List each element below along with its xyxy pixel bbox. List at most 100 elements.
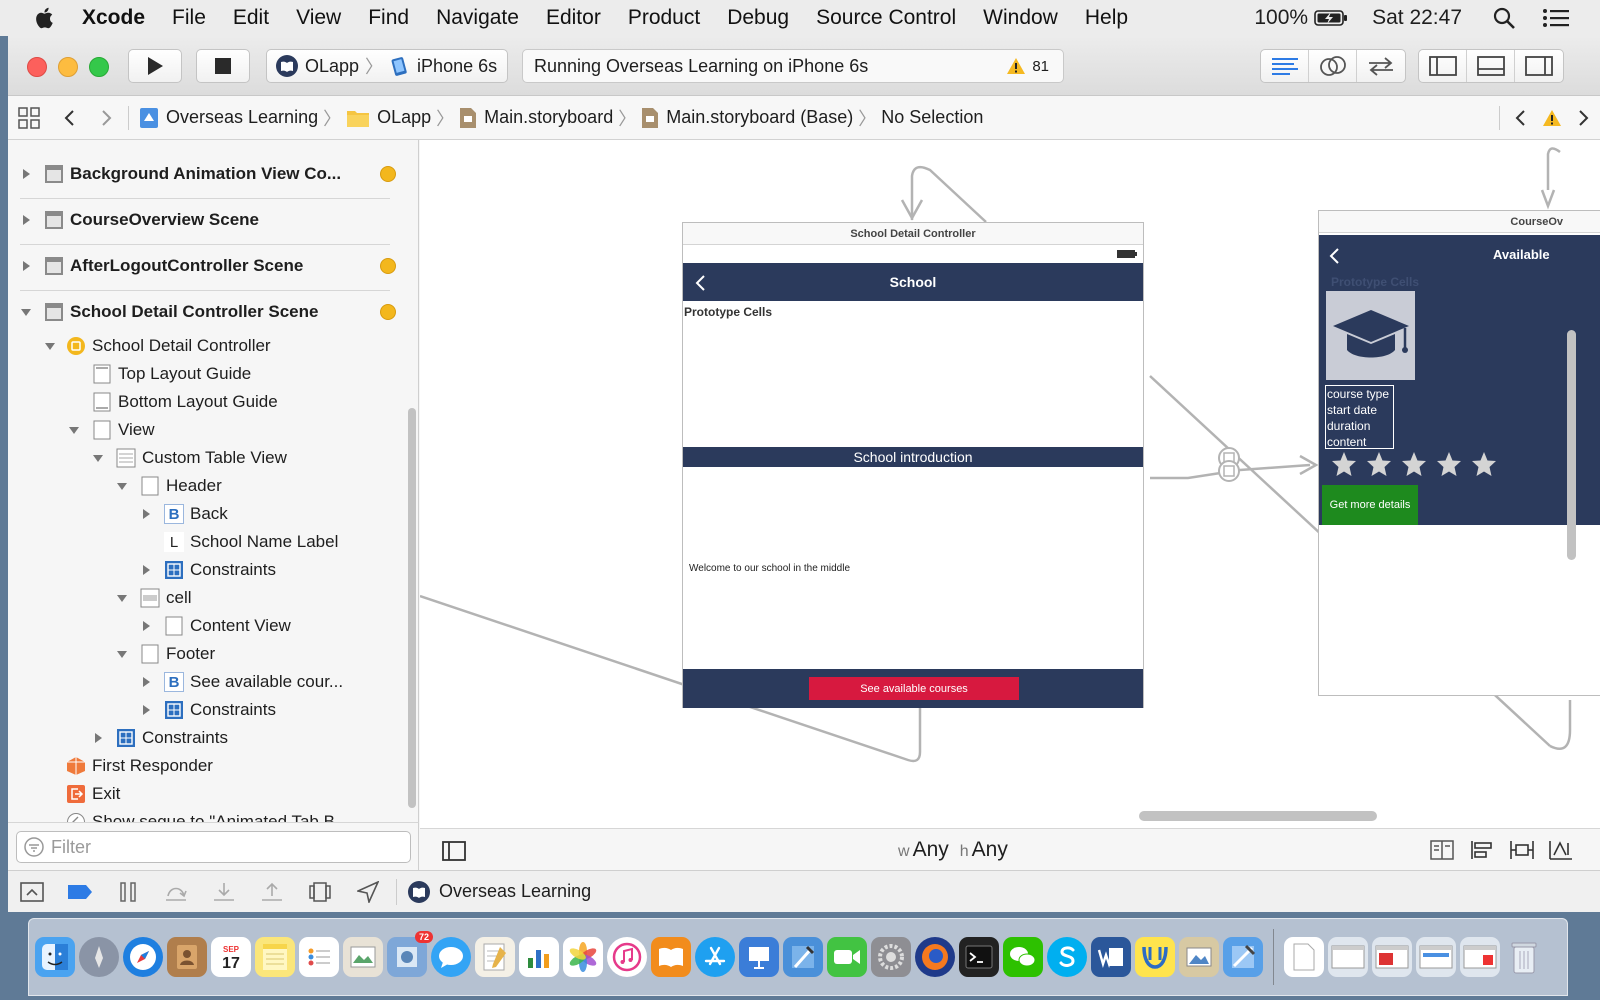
reminders-icon[interactable] [299,937,339,977]
forward-arrow-icon[interactable] [98,108,114,128]
spotlight-search-icon[interactable] [1492,6,1516,30]
outline-item-cell[interactable]: cell [116,584,192,612]
keynote-icon[interactable] [739,937,779,977]
microsoft-word-icon[interactable] [1091,937,1131,977]
breakpoints-toggle-button[interactable] [56,884,104,900]
menu-window[interactable]: Window [983,6,1058,30]
messages-icon[interactable] [431,937,471,977]
menu-navigate[interactable]: Navigate [436,6,519,30]
menu-product[interactable]: Product [628,6,700,30]
nav-back-chevron-icon[interactable] [693,274,707,292]
pin-icon[interactable] [1510,840,1534,860]
zoom-window-button[interactable] [89,57,109,77]
back-arrow-icon[interactable] [62,108,78,128]
menu-help[interactable]: Help [1085,6,1128,30]
star-icon[interactable] [1401,451,1427,477]
star-icon[interactable] [1471,451,1497,477]
star-icon[interactable] [1366,451,1392,477]
firefox-icon[interactable] [915,937,955,977]
rating-stars[interactable] [1331,451,1497,477]
crumb-group[interactable]: OLapp [346,107,431,128]
scene-warning-badge[interactable] [380,304,396,320]
related-items-icon[interactable] [18,106,40,129]
notification-center-icon[interactable] [1542,7,1570,29]
outline-item-back-button[interactable]: B Back [140,500,228,528]
outline-scene-course-overview[interactable]: CourseOverview Scene [20,206,259,234]
version-editor-button[interactable] [1357,50,1405,82]
recent-window-thumbnail[interactable] [1372,937,1412,977]
outline-filter-field[interactable]: Filter [16,831,411,863]
assistant-editor-button[interactable] [1309,50,1357,82]
standard-editor-button[interactable] [1261,50,1309,82]
previous-issue-icon[interactable] [1514,108,1528,128]
step-into-button[interactable] [200,882,248,902]
outline-item-view[interactable]: View [68,416,155,444]
menu-source-control[interactable]: Source Control [816,6,956,30]
outline-item-first-responder[interactable]: First Responder [66,752,213,780]
close-window-button[interactable] [27,57,47,77]
numbers-icon[interactable] [519,937,559,977]
itunes-icon[interactable] [607,937,647,977]
toggle-outline-icon[interactable] [442,841,466,861]
scene-warning-badge[interactable] [380,166,396,182]
disclosure-right-icon[interactable] [140,704,152,716]
menu-find[interactable]: Find [368,6,409,30]
scheme-selector[interactable]: OLapp 〉 iPhone 6s [266,49,508,83]
debug-target[interactable]: Overseas Learning [407,880,591,904]
star-icon[interactable] [1331,451,1357,477]
system-preferences-icon[interactable] [871,937,911,977]
sublime-yellow-app-icon[interactable] [1135,937,1175,977]
next-issue-icon[interactable] [1576,108,1590,128]
outline-item-footer[interactable]: Footer [116,640,215,668]
run-button[interactable] [128,49,182,83]
star-icon[interactable] [1436,451,1462,477]
crumb-project[interactable]: Overseas Learning [139,107,318,129]
facetime-icon[interactable] [827,937,867,977]
get-more-details-button[interactable]: Get more details [1322,485,1418,525]
menu-editor[interactable]: Editor [546,6,601,30]
toggle-utilities-button[interactable] [1515,50,1563,82]
outline-item-view-controller[interactable]: School Detail Controller [44,332,271,360]
outline-item-constraints[interactable]: Constraints [140,696,276,724]
launchpad-icon[interactable] [79,937,119,977]
disclosure-right-icon[interactable] [20,214,32,226]
disclosure-right-icon[interactable] [140,620,152,632]
hide-debug-area-button[interactable] [8,881,56,902]
outline-item-header[interactable]: Header [116,472,222,500]
instruments-icon[interactable] [1223,937,1263,977]
outline-item-segue[interactable]: Show segue to "Animated Tab B... [66,808,349,822]
menu-view[interactable]: View [296,6,341,30]
menu-file[interactable]: File [172,6,206,30]
crumb-selection[interactable]: No Selection [881,107,983,128]
outline-item-exit[interactable]: Exit [66,780,120,808]
photo-viewer-icon[interactable] [1179,937,1219,977]
outline-item-school-name-label[interactable]: L School Name Label [164,528,338,556]
pause-button[interactable] [104,881,152,902]
size-class-control[interactable]: w Any h Any [898,838,1008,862]
toggle-debug-area-button[interactable] [1467,50,1515,82]
outline-item-table-view[interactable]: Custom Table View [92,444,287,472]
battery-status[interactable]: 100% [1254,6,1348,30]
embed-in-stack-icon[interactable] [1430,840,1454,860]
outline-item-constraints[interactable]: Constraints [140,556,276,584]
school-detail-scene[interactable]: School Detail Controller School Prototyp… [682,222,1144,708]
xcode-dock-icon[interactable] [783,937,823,977]
menu-debug[interactable]: Debug [727,6,789,30]
textedit-icon[interactable] [475,937,515,977]
outline-item-content-view[interactable]: Content View [140,612,291,640]
activity-viewer[interactable]: Running Overseas Learning on iPhone 6s 8… [522,49,1064,83]
step-out-button[interactable] [248,882,296,902]
view-debugger-button[interactable] [296,881,344,903]
issue-warning-icon[interactable] [1542,109,1562,127]
app-store-icon[interactable] [695,937,735,977]
disclosure-down-icon[interactable] [116,648,128,660]
outline-scene-school-detail[interactable]: School Detail Controller Scene [20,298,318,326]
recent-window-thumbnail[interactable] [1460,937,1500,977]
disclosure-right-icon[interactable] [140,508,152,520]
outline-scene-after-logout[interactable]: AfterLogoutController Scene [20,252,303,280]
safari-icon[interactable] [123,937,163,977]
disclosure-down-icon[interactable] [92,452,104,464]
wechat-icon[interactable] [1003,937,1043,977]
resolve-layout-icon[interactable] [1548,839,1574,861]
step-over-button[interactable] [152,882,200,902]
